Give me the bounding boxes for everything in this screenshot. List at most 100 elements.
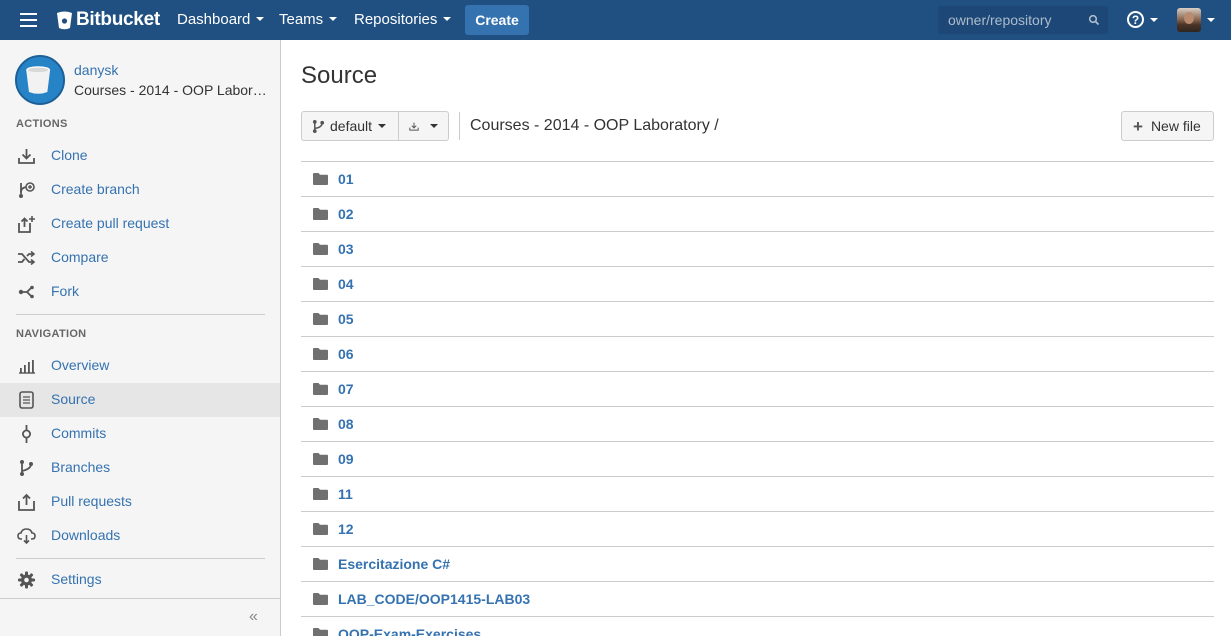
sidebar-item-label: Compare xyxy=(51,249,109,265)
folder-icon xyxy=(313,628,328,636)
folder-icon xyxy=(313,383,328,395)
folder-icon xyxy=(313,243,328,255)
file-name-link[interactable]: 07 xyxy=(338,381,354,397)
sidebar-item-clone[interactable]: Clone xyxy=(0,139,280,173)
file-row[interactable]: 04 xyxy=(301,266,1214,301)
sidebar-item-label: Branches xyxy=(51,459,111,475)
actions-section-title: ACTIONS xyxy=(16,118,68,130)
sidebar-item-branches[interactable]: Branches xyxy=(0,451,280,485)
folder-icon xyxy=(313,558,328,570)
folder-icon xyxy=(313,453,328,465)
chevron-down-icon xyxy=(443,17,452,21)
file-name-link[interactable]: 06 xyxy=(338,346,354,362)
file-row[interactable]: 06 xyxy=(301,336,1214,371)
file-row[interactable]: 07 xyxy=(301,371,1214,406)
sidebar-item-fork[interactable]: Fork xyxy=(0,275,280,309)
search-input[interactable] xyxy=(938,6,1083,34)
branch-name: default xyxy=(330,118,373,134)
file-row[interactable]: 12 xyxy=(301,511,1214,546)
sidebar-item-compare[interactable]: Compare xyxy=(0,241,280,275)
file-row[interactable]: 08 xyxy=(301,406,1214,441)
file-name-link[interactable]: 05 xyxy=(338,311,354,327)
repository-owner-link[interactable]: danysk xyxy=(74,62,118,78)
sidebar-divider xyxy=(0,598,280,599)
file-name-link[interactable]: LAB_CODE/OOP1415-LAB03 xyxy=(338,591,530,607)
sidebar-item-settings[interactable]: Settings xyxy=(0,563,280,597)
sidebar-item-create-branch[interactable]: Create branch xyxy=(0,173,280,207)
source-toolbar: default xyxy=(301,111,449,141)
folder-icon xyxy=(313,313,328,325)
file-name-link[interactable]: 11 xyxy=(338,486,353,502)
fork-icon xyxy=(16,283,36,301)
file-name-link[interactable]: 09 xyxy=(338,451,354,467)
user-menu[interactable] xyxy=(1177,8,1215,32)
sidebar-item-downloads[interactable]: Downloads xyxy=(0,519,280,553)
new-file-button[interactable]: + New file xyxy=(1121,111,1214,141)
file-row[interactable]: OOP-Exam-Exercises xyxy=(301,616,1214,636)
file-row[interactable]: Esercitazione C# xyxy=(301,546,1214,581)
file-row[interactable]: 11 xyxy=(301,476,1214,511)
create-button[interactable]: Create xyxy=(465,5,529,35)
create-pull-request-icon xyxy=(16,215,36,233)
sidebar-item-create-pull-request[interactable]: Create pull request xyxy=(0,207,280,241)
search-box xyxy=(938,6,1108,34)
compare-icon xyxy=(16,249,36,267)
nav-repositories[interactable]: Repositories xyxy=(354,11,452,28)
file-name-link[interactable]: 02 xyxy=(338,206,354,222)
file-row[interactable]: 03 xyxy=(301,231,1214,266)
repository-name: Courses - 2014 - OOP Laboratory xyxy=(74,82,269,98)
folder-icon xyxy=(313,208,328,220)
chevron-down-icon xyxy=(329,17,338,21)
sidebar-item-label: Pull requests xyxy=(51,493,132,509)
branch-selector[interactable]: default xyxy=(301,111,399,141)
sidebar-divider xyxy=(16,314,265,315)
file-name-link[interactable]: 08 xyxy=(338,416,354,432)
plus-icon: + xyxy=(1133,116,1143,136)
help-icon: ? xyxy=(1127,11,1144,28)
download-dropdown-button[interactable] xyxy=(399,111,449,141)
create-branch-icon xyxy=(16,181,36,199)
toolbar-separator xyxy=(459,112,460,140)
sidebar-item-label: Create pull request xyxy=(51,215,170,231)
collapse-sidebar-icon[interactable]: « xyxy=(249,608,258,626)
nav-teams[interactable]: Teams xyxy=(279,11,338,28)
file-name-link[interactable]: OOP-Exam-Exercises xyxy=(338,626,481,636)
nav-dashboard[interactable]: Dashboard xyxy=(177,11,265,28)
sidebar-item-label: Settings xyxy=(51,571,102,587)
top-navigation-bar: Bitbucket Dashboard Teams Repositories C… xyxy=(0,0,1231,40)
sidebar-item-source[interactable]: Source xyxy=(0,383,280,417)
nav-teams-label: Teams xyxy=(279,11,324,28)
folder-icon xyxy=(313,523,328,535)
file-row[interactable]: 02 xyxy=(301,196,1214,231)
file-row[interactable]: 01 xyxy=(301,161,1214,196)
file-name-link[interactable]: 04 xyxy=(338,276,354,292)
file-name-link[interactable]: 01 xyxy=(338,171,354,187)
folder-icon xyxy=(313,593,328,605)
menu-icon[interactable] xyxy=(20,13,37,27)
folder-icon xyxy=(313,173,328,185)
sidebar-item-commits[interactable]: Commits xyxy=(0,417,280,451)
file-row[interactable]: LAB_CODE/OOP1415-LAB03 xyxy=(301,581,1214,616)
sidebar-item-label: Overview xyxy=(51,357,110,373)
file-name-link[interactable]: 12 xyxy=(338,521,354,537)
breadcrumb[interactable]: Courses - 2014 - OOP Laboratory / xyxy=(470,117,719,135)
file-name-link[interactable]: Esercitazione C# xyxy=(338,556,450,572)
repository-bucket-icon xyxy=(26,66,51,94)
download-icon xyxy=(409,122,419,131)
sidebar-item-label: Source xyxy=(51,391,96,407)
file-row[interactable]: 05 xyxy=(301,301,1214,336)
sidebar-item-label: Commits xyxy=(51,425,107,441)
file-name-link[interactable]: 03 xyxy=(338,241,354,257)
help-menu[interactable]: ? xyxy=(1127,11,1158,28)
nav-repositories-label: Repositories xyxy=(354,11,438,28)
folder-icon xyxy=(313,418,328,430)
file-list: 01 02 03 04 05 06 07 08 09 11 12 Esercitazione C# LA… xyxy=(301,161,1214,636)
repository-avatar[interactable] xyxy=(15,55,65,105)
search-icon[interactable] xyxy=(1088,14,1100,26)
sidebar-item-pull-requests[interactable]: Pull requests xyxy=(0,485,280,519)
bitbucket-logo[interactable]: Bitbucket xyxy=(56,9,160,31)
sidebar-item-label: Create branch xyxy=(51,181,140,197)
sidebar-item-overview[interactable]: Overview xyxy=(0,349,280,383)
file-row[interactable]: 09 xyxy=(301,441,1214,476)
downloads-icon xyxy=(16,527,36,545)
